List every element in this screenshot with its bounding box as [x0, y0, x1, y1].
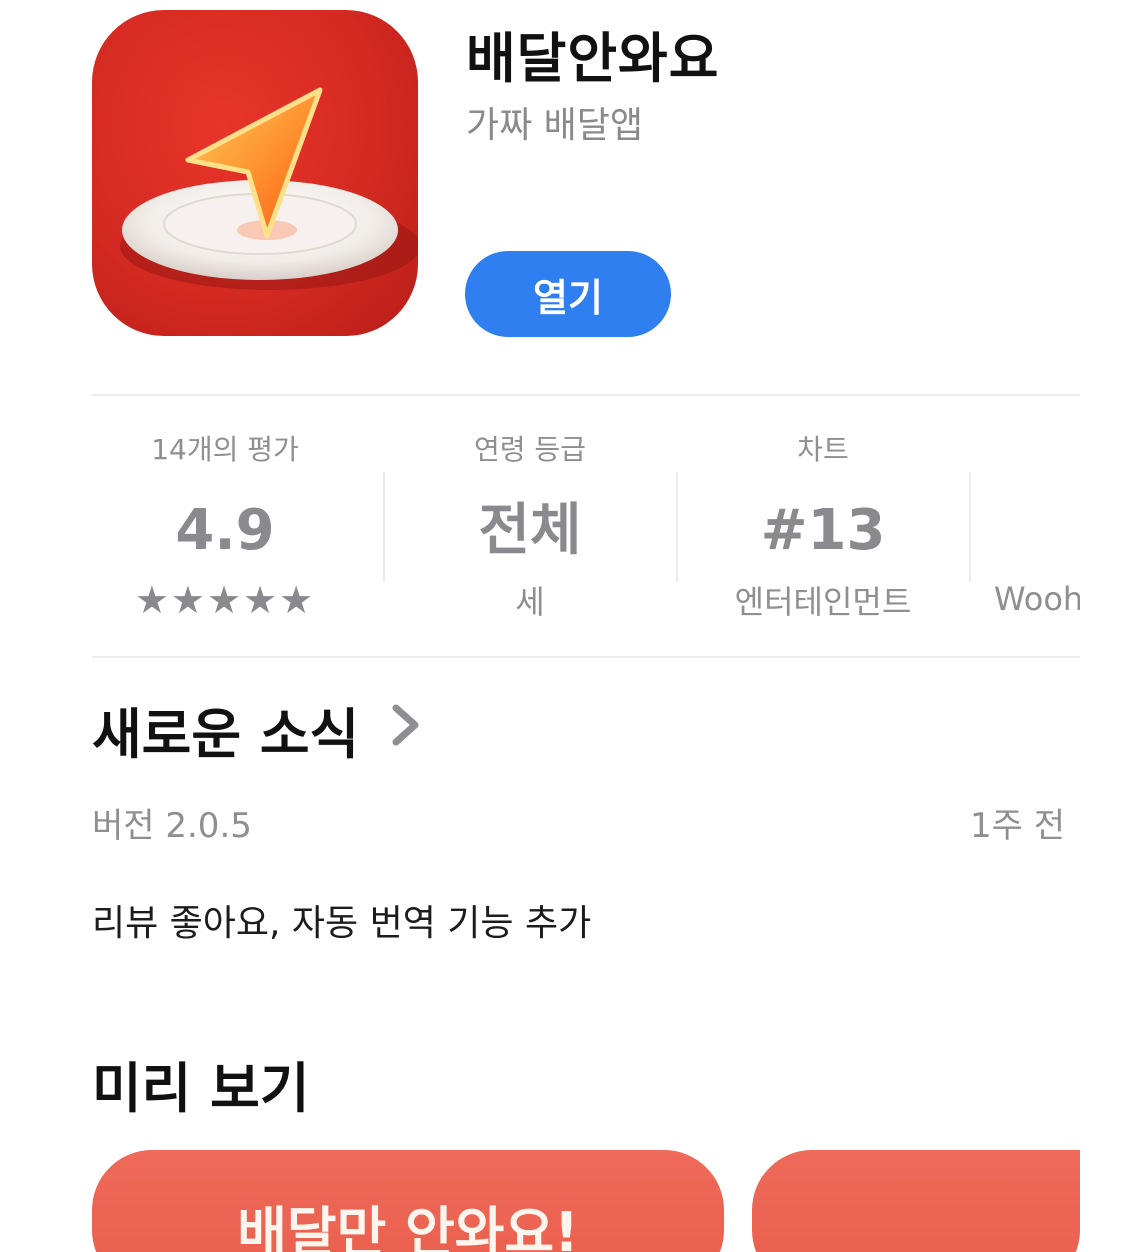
open-button[interactable]: 열기: [465, 251, 671, 337]
age-rating-label: 연령 등급: [474, 433, 586, 466]
chevron-right-icon[interactable]: [388, 702, 424, 748]
whats-new-title[interactable]: 새로운 소식: [92, 690, 359, 769]
column-separator: [969, 472, 971, 582]
app-title: 배달안와요: [466, 27, 720, 90]
divider-top: [92, 394, 1080, 396]
app-subtitle: 가짜 배달앱: [466, 105, 644, 146]
right-edge: [1080, 0, 1125, 1252]
chart-rank: #13: [760, 498, 886, 563]
age-rating-value: 전체: [478, 498, 582, 563]
delivery-arrow-plate-icon: [120, 87, 418, 290]
release-notes: 리뷰 좋아요, 자동 번역 기능 추가: [92, 903, 592, 944]
divider-middle: [92, 656, 1080, 658]
age-rating-column[interactable]: 연령 등급 전체 세: [385, 430, 675, 624]
rating-value: 4.9: [175, 498, 275, 563]
age-rating-sub: 세: [515, 583, 545, 621]
version-label: 버전 2.0.5: [92, 806, 252, 846]
preview-screenshot[interactable]: 배달만 안와요!: [92, 1150, 724, 1252]
app-icon: [92, 10, 418, 336]
chart-category: 엔터테인먼트: [734, 583, 912, 621]
chart-label: 차트: [797, 433, 849, 466]
preview-screenshot[interactable]: [752, 1150, 1080, 1252]
preview-title: 미리 보기: [92, 1057, 310, 1120]
star-rating-icon: ★★★★★: [134, 578, 316, 622]
developer-name[interactable]: Wooh: [994, 580, 1080, 618]
ratings-label: 14개의 평가: [151, 433, 299, 466]
preview-screenshot-text: 배달만 안와요!: [237, 1201, 579, 1252]
release-time: 1주 전: [970, 806, 1065, 846]
chart-column[interactable]: 차트 #13 엔터테인먼트: [678, 430, 968, 624]
ratings-column[interactable]: 14개의 평가 4.9 ★★★★★: [80, 430, 370, 622]
